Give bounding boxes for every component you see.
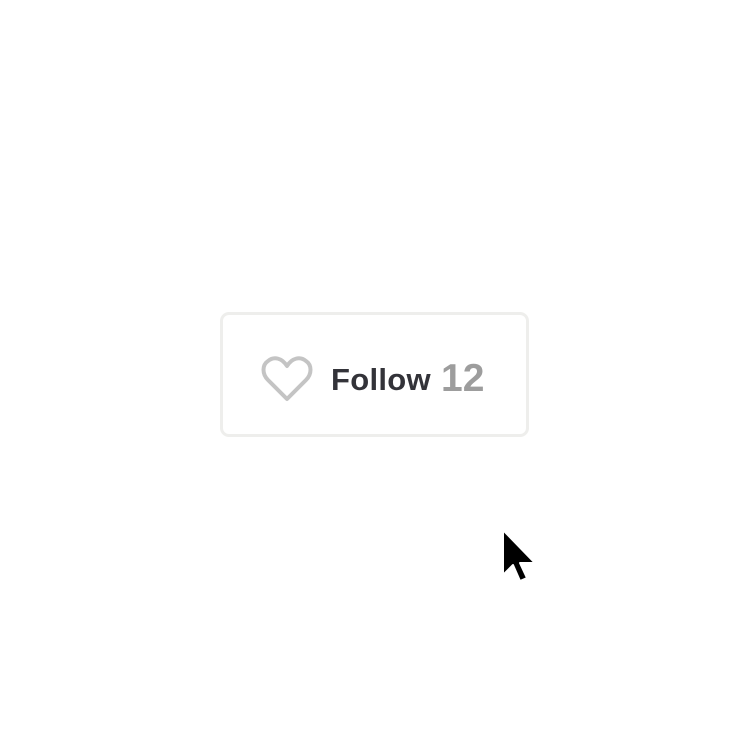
mouse-cursor-icon (500, 528, 540, 584)
follow-button[interactable]: Follow 12 (220, 312, 529, 437)
heart-icon (261, 355, 313, 403)
follow-label: Follow (331, 362, 431, 397)
follow-count: 12 (441, 357, 485, 400)
canvas: Follow 12 (0, 0, 750, 750)
